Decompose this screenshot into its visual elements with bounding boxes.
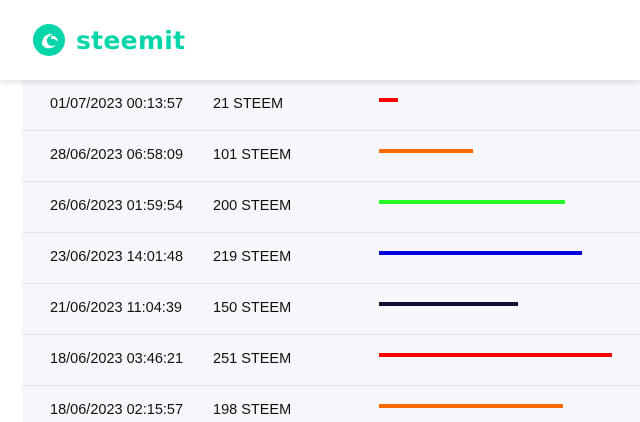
steemit-logo-icon [33, 24, 65, 56]
transaction-date: 28/06/2023 06:58:09 [50, 147, 184, 163]
transaction-date: 01/07/2023 00:13:57 [50, 96, 184, 112]
amount-bar [379, 200, 565, 204]
brand-name: steemit [76, 25, 186, 55]
transaction-amount: 200 STEEM [213, 198, 292, 214]
transaction-row: 23/06/2023 14:01:48 219 STEEM [22, 233, 640, 284]
transaction-row: 21/06/2023 11:04:39 150 STEEM [22, 284, 640, 335]
transaction-amount: 198 STEEM [213, 402, 292, 418]
transaction-date: 18/06/2023 03:46:21 [50, 351, 184, 367]
transaction-row: 28/06/2023 06:58:09 101 STEEM [22, 131, 640, 182]
amount-bar [379, 251, 582, 255]
steemit-logo[interactable]: steemit [32, 22, 185, 58]
transaction-amount: 21 STEEM [213, 96, 284, 112]
transaction-date: 26/06/2023 01:59:54 [50, 198, 184, 214]
amount-bar [379, 404, 563, 408]
transaction-amount: 219 STEEM [213, 249, 292, 265]
amount-bar [379, 149, 473, 153]
transaction-amount: 251 STEEM [213, 351, 292, 367]
transaction-date: 23/06/2023 14:01:48 [50, 249, 184, 265]
site-header: steemit [0, 0, 640, 80]
amount-bar [379, 98, 398, 102]
transaction-amount: 101 STEEM [213, 147, 292, 163]
amount-bar [379, 353, 612, 357]
transaction-amount: 150 STEEM [213, 300, 292, 316]
amount-bar [379, 302, 518, 306]
transaction-row: 18/06/2023 03:46:21 251 STEEM [22, 335, 640, 386]
transaction-row: 01/07/2023 00:13:57 21 STEEM [22, 80, 640, 131]
transaction-date: 18/06/2023 02:15:57 [50, 402, 184, 418]
transaction-list: 01/07/2023 00:13:57 21 STEEM 28/06/2023 06… [22, 80, 640, 422]
transaction-row: 18/06/2023 02:15:57 198 STEEM [22, 386, 640, 422]
transaction-row: 26/06/2023 01:59:54 200 STEEM [22, 182, 640, 233]
transaction-date: 21/06/2023 11:04:39 [50, 300, 182, 316]
